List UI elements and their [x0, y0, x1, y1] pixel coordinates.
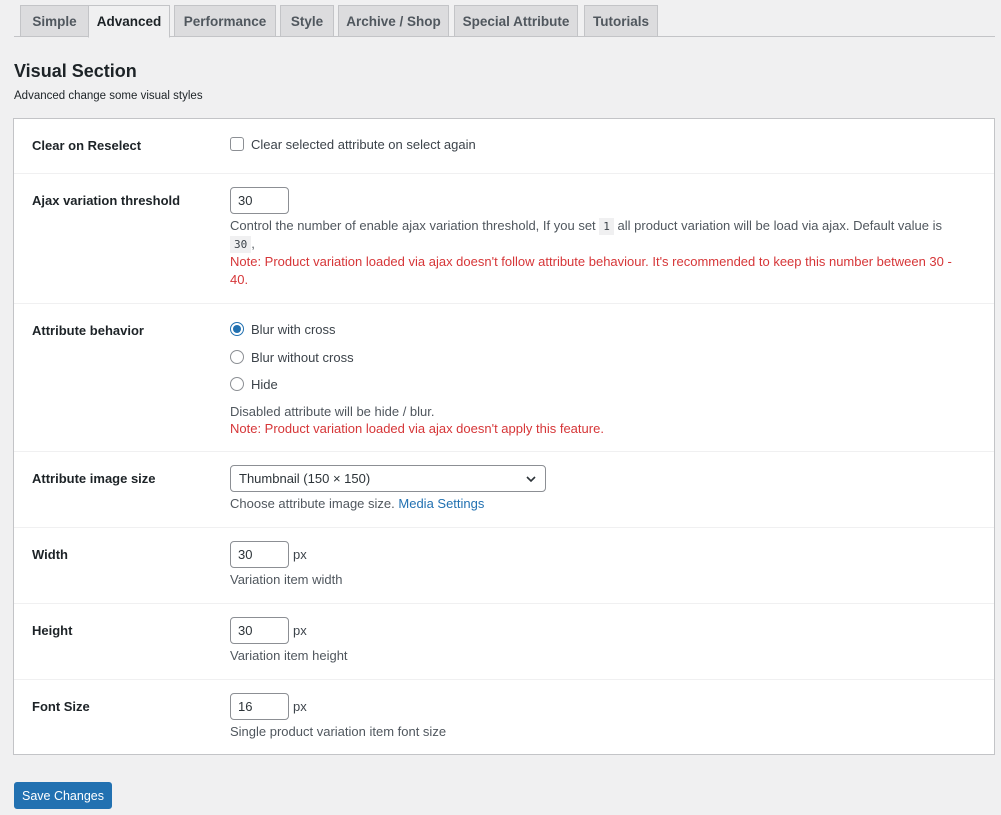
radio-label[interactable]: Blur with cross — [251, 322, 336, 337]
row-attribute-image-size: Attribute image size Thumbnail (150 × 15… — [14, 452, 994, 528]
font-size-control: 16 px Single product variation item font… — [230, 693, 984, 748]
code-one: 1 — [599, 218, 614, 235]
font-size-input[interactable]: 16 — [230, 693, 289, 720]
radio-blur-with-cross[interactable] — [230, 322, 244, 336]
clear-on-reselect-checkbox[interactable] — [230, 137, 244, 151]
image-size-control: Thumbnail (150 × 150) Choose attribute i… — [230, 465, 984, 520]
height-input[interactable]: 30 — [230, 617, 289, 644]
tab-advanced[interactable]: Advanced — [88, 5, 170, 38]
section-title: Visual Section — [14, 61, 137, 81]
ajax-threshold-control: 30 Control the number of enable ajax var… — [230, 187, 984, 297]
width-control: 30 px Variation item width — [230, 541, 984, 596]
width-input[interactable]: 30 — [230, 541, 289, 568]
save-changes-button[interactable]: Save Changes — [14, 782, 112, 809]
radio-hide[interactable] — [230, 377, 244, 391]
settings-tabs: Simple Advanced Performance Style Archiv… — [14, 5, 995, 38]
attribute-behavior-help: Disabled attribute will be hide / blur. — [230, 404, 435, 419]
width-unit: px — [293, 547, 307, 562]
row-font-size: Font Size 16 px Single product variation… — [14, 680, 994, 756]
row-width: Width 30 px Variation item width — [14, 528, 994, 604]
tab-archive-shop[interactable]: Archive / Shop — [338, 5, 449, 37]
code-default: 30 — [230, 236, 252, 253]
ajax-threshold-default: 30, — [230, 236, 255, 253]
checkbox-label[interactable]: Clear selected attribute on select again — [251, 137, 476, 152]
row-attribute-behavior: Attribute behavior Blur with cross Blur … — [14, 304, 994, 452]
height-control: 30 px Variation item height — [230, 617, 984, 672]
chevron-down-icon — [526, 476, 536, 483]
radio-label[interactable]: Hide — [251, 377, 278, 392]
tab-style[interactable]: Style — [280, 5, 334, 37]
row-label: Width — [32, 547, 68, 562]
row-label: Attribute behavior — [32, 323, 144, 338]
radio-blur-without-cross[interactable] — [230, 350, 244, 364]
width-help: Variation item width — [230, 572, 343, 587]
tab-tutorials[interactable]: Tutorials — [584, 5, 658, 37]
row-label: Clear on Reselect — [32, 138, 142, 153]
tab-simple[interactable]: Simple — [20, 5, 89, 37]
height-help: Variation item height — [230, 648, 348, 663]
row-label: Font Size — [32, 699, 90, 714]
height-unit: px — [293, 623, 307, 638]
image-size-select[interactable]: Thumbnail (150 × 150) — [230, 465, 546, 492]
row-label: Height — [32, 623, 73, 638]
row-label: Ajax variation threshold — [32, 193, 181, 208]
attribute-behavior-note: Note: Product variation loaded via ajax … — [230, 421, 604, 436]
row-height: Height 30 px Variation item height — [14, 604, 994, 680]
tab-special-attribute[interactable]: Special Attribute — [454, 5, 578, 37]
radio-label[interactable]: Blur without cross — [251, 350, 354, 365]
section-description: Advanced change some visual styles — [14, 90, 203, 102]
attribute-behavior-control: Blur with cross Blur without cross Hide … — [230, 322, 984, 447]
font-size-help: Single product variation item font size — [230, 724, 447, 739]
ajax-threshold-note-line-1: Note: Product variation loaded via ajax … — [230, 254, 952, 269]
ajax-threshold-help: Control the number of enable ajax variat… — [230, 218, 942, 235]
font-size-unit: px — [293, 699, 307, 714]
row-ajax-threshold: Ajax variation threshold 30 Control the … — [14, 174, 994, 304]
settings-panel: Clear on Reselect Clear selected attribu… — [13, 118, 995, 755]
row-label: Attribute image size — [32, 471, 156, 486]
tab-performance[interactable]: Performance — [174, 5, 276, 37]
ajax-threshold-input[interactable]: 30 — [230, 187, 289, 214]
row-clear-on-reselect: Clear on Reselect Clear selected attribu… — [14, 119, 994, 174]
image-size-help: Choose attribute image size. Media Setti… — [230, 496, 485, 511]
media-settings-link[interactable]: Media Settings — [398, 496, 484, 511]
ajax-threshold-note-line-2: 40. — [230, 272, 249, 287]
